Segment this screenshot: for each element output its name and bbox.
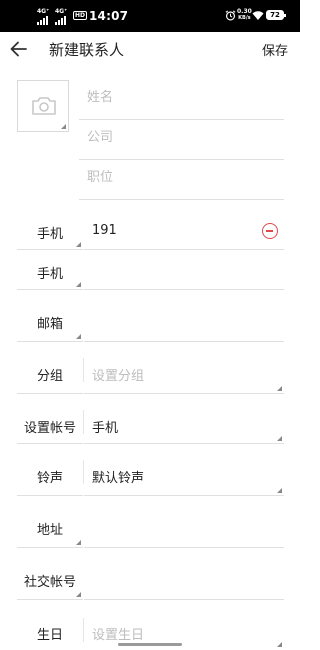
social-account-label: 社交帐号 bbox=[23, 575, 76, 590]
page-title: 新建联系人 bbox=[49, 41, 125, 59]
ringtone-label: 铃声 bbox=[36, 471, 63, 486]
row-divider bbox=[83, 618, 84, 642]
hd-badge: HD bbox=[73, 11, 88, 20]
account-row: 设置帐号 手机 bbox=[0, 394, 300, 444]
wifi-icon bbox=[252, 11, 264, 20]
signal-label-2: 4G⁺ bbox=[55, 8, 68, 15]
email-row: 邮箱 bbox=[0, 290, 300, 342]
company-input[interactable] bbox=[87, 130, 277, 145]
back-arrow-icon[interactable] bbox=[8, 38, 30, 60]
dropdown-corner-icon bbox=[76, 334, 81, 339]
group-label: 分组 bbox=[36, 369, 63, 384]
group-placeholder: 设置分组 bbox=[92, 369, 145, 384]
dropdown-corner-icon bbox=[76, 242, 81, 247]
status-bar: 4G⁺ 4G⁺ HD 14:07 0.30 KB/s 72 bbox=[0, 0, 300, 32]
email-label: 邮箱 bbox=[36, 317, 63, 332]
name-input[interactable] bbox=[87, 90, 277, 105]
dropdown-corner-icon bbox=[76, 540, 81, 545]
dropdown-corner-icon bbox=[76, 592, 81, 597]
name-field-row bbox=[79, 80, 284, 120]
account-value: 手机 bbox=[92, 421, 119, 436]
phone-label-1: 手机 bbox=[36, 227, 63, 242]
phone-label-2: 手机 bbox=[36, 267, 63, 282]
ringtone-value: 默认铃声 bbox=[92, 471, 145, 486]
signal-label-1: 4G⁺ bbox=[37, 8, 50, 15]
group-row: 分组 设置分组 bbox=[0, 342, 300, 394]
photo-corner-icon bbox=[61, 124, 66, 129]
alarm-icon bbox=[225, 10, 236, 21]
social-account-input[interactable] bbox=[84, 548, 284, 600]
phone-row-2: 手机 bbox=[0, 250, 300, 290]
email-input[interactable] bbox=[84, 290, 284, 342]
dropdown-corner-icon bbox=[277, 642, 282, 647]
birthday-placeholder[interactable]: 设置生日 bbox=[92, 624, 144, 643]
dropdown-corner-icon bbox=[277, 488, 282, 493]
battery-icon: 72 bbox=[266, 10, 286, 20]
social-account-row: 社交帐号 bbox=[0, 548, 300, 600]
birthday-label: 生日 bbox=[36, 628, 63, 643]
save-button[interactable]: 保存 bbox=[262, 40, 288, 59]
company-field-row bbox=[79, 120, 284, 160]
app-bar: 新建联系人 保存 bbox=[0, 32, 300, 66]
position-input[interactable] bbox=[87, 170, 277, 185]
account-label: 设置帐号 bbox=[23, 421, 76, 436]
status-time: 14:07 bbox=[89, 9, 129, 23]
address-input[interactable] bbox=[84, 496, 284, 548]
position-field-row bbox=[79, 160, 284, 200]
dropdown-corner-icon bbox=[277, 386, 282, 391]
signal-bars-2-icon bbox=[55, 16, 66, 25]
dropdown-corner-icon bbox=[76, 282, 81, 287]
gesture-nav-bar[interactable] bbox=[118, 643, 182, 646]
network-speed-unit: KB/s bbox=[238, 15, 251, 21]
camera-icon bbox=[32, 97, 56, 115]
address-label: 地址 bbox=[36, 523, 63, 538]
contact-photo-button[interactable] bbox=[17, 80, 69, 132]
remove-circle-icon[interactable] bbox=[262, 223, 278, 239]
dropdown-corner-icon bbox=[277, 436, 282, 441]
phone-value-1: 191 bbox=[92, 223, 117, 238]
signal-bars-1-icon bbox=[37, 16, 48, 25]
ringtone-row: 铃声 默认铃声 bbox=[0, 444, 300, 496]
address-row: 地址 bbox=[0, 496, 300, 548]
phone-row-1: 手机 191 bbox=[0, 204, 300, 250]
network-speed: 0.30 KB/s bbox=[237, 9, 252, 22]
phone-input-2[interactable] bbox=[84, 250, 284, 290]
